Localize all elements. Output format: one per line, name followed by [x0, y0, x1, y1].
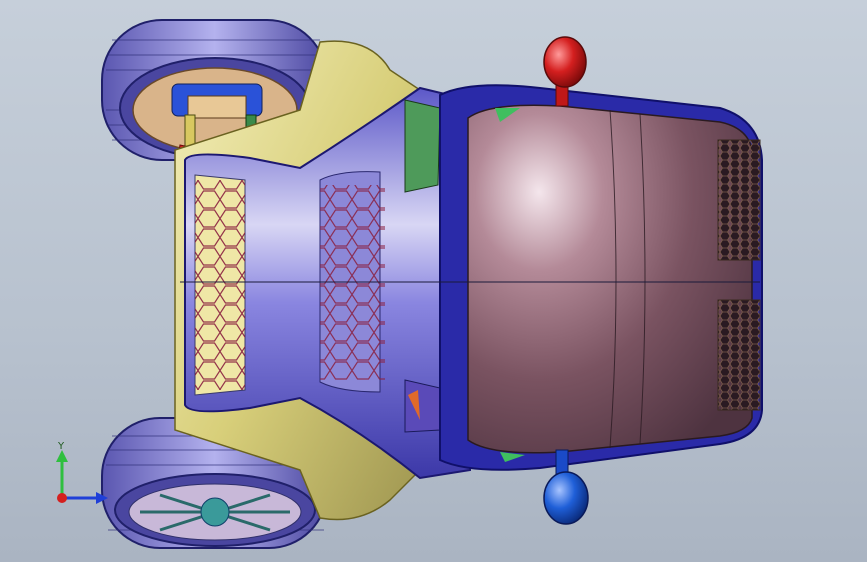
axis-triad: Y — [56, 441, 108, 504]
vehicle-model-3d-view[interactable] — [0, 0, 867, 562]
z-axis-icon — [57, 493, 67, 503]
y-axis-label: Y — [57, 441, 65, 452]
x-axis-arrow-icon — [96, 492, 108, 504]
vehicle-body[interactable] — [439, 84, 763, 471]
cad-viewport[interactable]: Y — [0, 0, 867, 562]
